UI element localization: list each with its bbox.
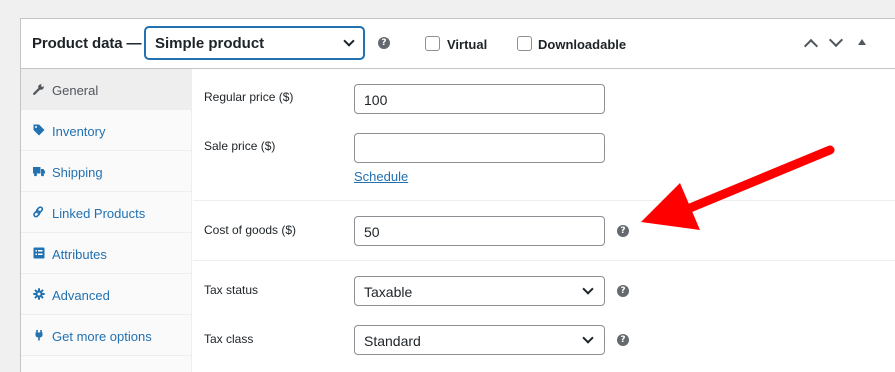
red-annotation-arrow (641, 145, 835, 230)
